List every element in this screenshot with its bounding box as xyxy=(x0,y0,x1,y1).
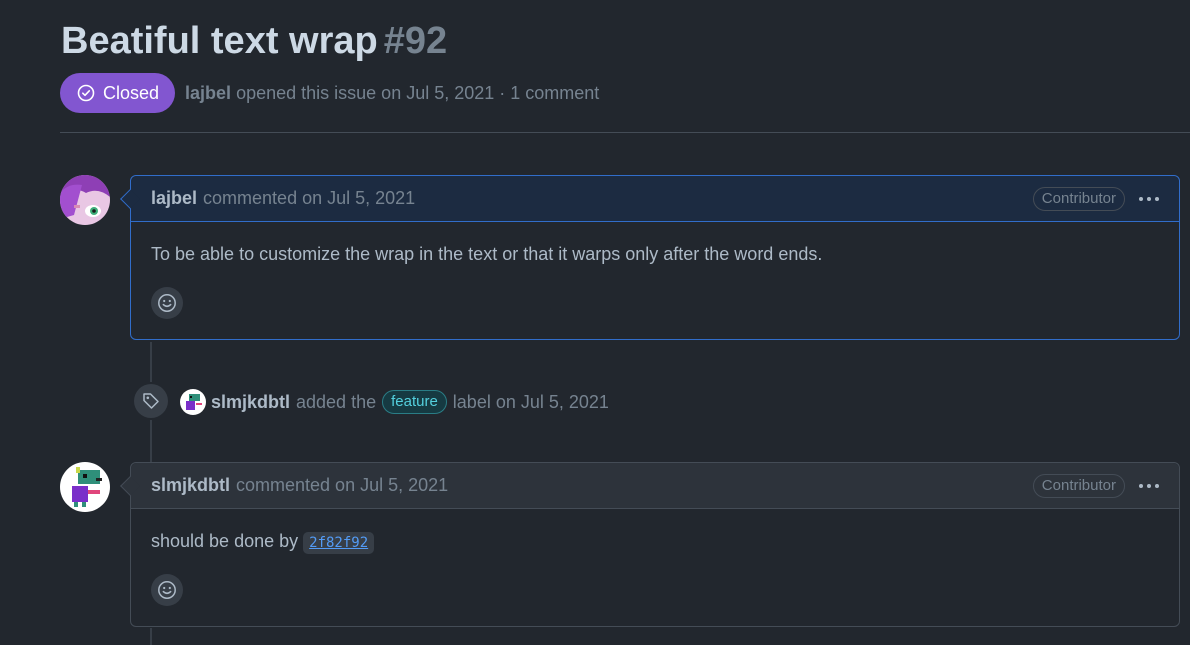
comment-header: lajbel commented on Jul 5, 2021 Contribu… xyxy=(131,176,1179,222)
comment-author[interactable]: lajbel xyxy=(151,188,197,209)
comment-author[interactable]: slmjkdbtl xyxy=(151,475,230,496)
comment-timestamp[interactable]: commented on Jul 5, 2021 xyxy=(203,188,415,209)
event-text-after: label on Jul 5, 2021 xyxy=(452,391,609,412)
label-event-badge xyxy=(134,384,168,418)
issue-number: #92 xyxy=(383,20,448,62)
comment-2: slmjkdbtl commented on Jul 5, 2021 Contr… xyxy=(120,462,1180,627)
commit-link[interactable]: 2f82f92 xyxy=(303,532,375,554)
comment-header: slmjkdbtl commented on Jul 5, 2021 Contr… xyxy=(131,463,1179,509)
timeline-line xyxy=(150,420,152,462)
avatar-slmjkdbtl[interactable] xyxy=(60,462,110,512)
check-circle-icon xyxy=(77,84,95,102)
smiley-icon xyxy=(158,581,176,599)
timeline-line xyxy=(150,628,152,645)
issue-title-text: Beatiful text wrap xyxy=(61,20,378,62)
timeline-line xyxy=(150,342,152,382)
avatar-image xyxy=(60,175,110,225)
avatar-slmjkdbtl-small[interactable] xyxy=(180,389,206,415)
add-reaction-button[interactable] xyxy=(151,287,183,319)
contributor-badge: Contributor xyxy=(1032,473,1125,498)
avatar-image xyxy=(180,389,206,415)
avatar-lajbel[interactable] xyxy=(60,175,110,225)
state-badge: Closed xyxy=(60,73,176,113)
issue-meta: Closed lajbel opened this issue on Jul 5… xyxy=(60,73,599,113)
event-author[interactable]: slmjkdbtl xyxy=(211,392,290,413)
issue-title: Beatiful text wrap #92 xyxy=(61,18,447,64)
label-feature[interactable]: feature xyxy=(382,390,447,414)
add-reaction-button[interactable] xyxy=(151,574,183,606)
comment-body-text: should be done by xyxy=(151,531,299,551)
state-label: Closed xyxy=(103,82,160,103)
smiley-icon xyxy=(158,294,176,312)
comment-1: lajbel commented on Jul 5, 2021 Contribu… xyxy=(120,175,1180,340)
avatar-image xyxy=(60,462,110,512)
header-divider xyxy=(60,132,1190,133)
comment-timestamp[interactable]: commented on Jul 5, 2021 xyxy=(236,475,448,496)
issue-author-link[interactable]: lajbel xyxy=(185,83,231,103)
issue-meta-text: lajbel opened this issue on Jul 5, 2021 … xyxy=(185,83,599,104)
tag-icon xyxy=(143,393,159,409)
label-event: slmjkdbtl added the feature label on Jul… xyxy=(180,388,609,416)
kebab-horizontal-icon[interactable] xyxy=(1139,483,1159,488)
comment-body: To be able to customize the wrap in the … xyxy=(151,244,823,264)
comment-body: should be done by 2f82f92 xyxy=(131,509,1179,554)
contributor-badge: Contributor xyxy=(1032,186,1125,211)
kebab-horizontal-icon[interactable] xyxy=(1139,196,1159,201)
issue-page: Beatiful text wrap #92 Closed lajbel open… xyxy=(0,0,1190,645)
event-text: added the xyxy=(296,391,377,412)
issue-meta-detail: opened this issue on Jul 5, 2021 · 1 com… xyxy=(236,82,600,103)
